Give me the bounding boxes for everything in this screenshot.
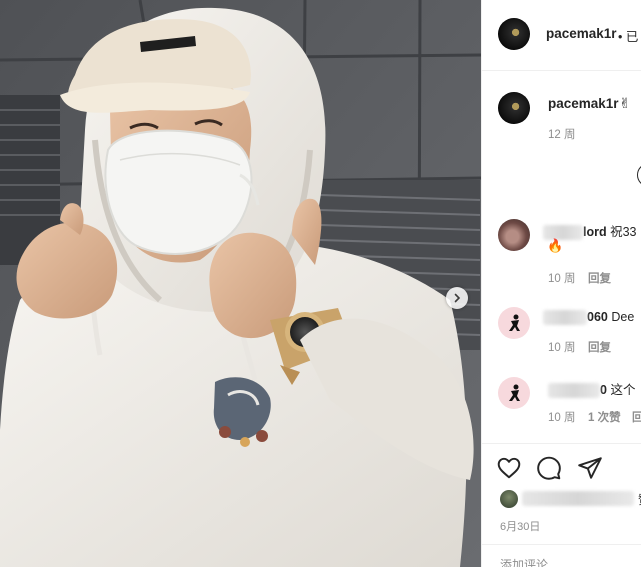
reply-link[interactable]: 回复: [588, 339, 611, 355]
comment-username[interactable]: lord: [583, 225, 607, 239]
load-more-comments-button[interactable]: [637, 163, 641, 187]
figure-icon: [509, 314, 520, 331]
next-image-button[interactable]: [446, 287, 468, 309]
comment-like-count[interactable]: 1 次赞: [588, 409, 621, 425]
post-header: pacemak1r • 已: [482, 0, 641, 71]
follow-status[interactable]: • 已: [618, 26, 638, 45]
likes-summary[interactable]: 赞: [500, 489, 641, 509]
author-avatar[interactable]: [498, 18, 530, 50]
caption-time: 12 周: [548, 129, 576, 141]
comment-text: Dee: [611, 310, 635, 324]
liker-avatar[interactable]: [500, 490, 518, 508]
post-photo[interactable]: [0, 0, 481, 567]
comment-text: 这个: [610, 383, 636, 397]
chevron-right-icon: [454, 293, 461, 303]
blurred-username: [548, 383, 600, 399]
paper-plane-icon[interactable]: [577, 455, 603, 481]
figure-icon: [509, 384, 520, 401]
comment-body: 060 Dee: [543, 310, 635, 326]
caption-emoji: ✌: [619, 95, 631, 111]
comment-username[interactable]: 060: [587, 310, 608, 324]
caption-avatar[interactable]: [498, 92, 530, 124]
blurred-username: [543, 310, 587, 326]
commenter-avatar[interactable]: [498, 219, 530, 251]
comment-time: 10 周: [548, 342, 576, 354]
comment-divider: [482, 544, 641, 545]
reply-link[interactable]: 回复: [588, 270, 611, 286]
post-side-panel: pacemak1r • 已 pacemak1r ✌ 12 周 lord 祝33 …: [481, 0, 641, 567]
comment-bubble-icon[interactable]: [536, 455, 562, 481]
commenter-avatar[interactable]: [498, 377, 530, 409]
comment-text: 祝33: [610, 225, 637, 239]
blurred-likers: [522, 491, 634, 506]
author-username[interactable]: pacemak1r: [546, 26, 617, 41]
post-image: [0, 0, 481, 567]
post-date: 6月30日: [500, 521, 541, 533]
comment-body: 0 这个: [548, 379, 636, 399]
chest-print: [213, 377, 271, 447]
comment-time: 10 周: [548, 412, 576, 424]
reply-link[interactable]: 回: [632, 409, 641, 425]
comment-username[interactable]: 0: [600, 383, 607, 397]
commenter-avatar[interactable]: [498, 307, 530, 339]
fire-emoji: 🔥: [547, 238, 564, 253]
comment-time: 10 周: [548, 273, 576, 285]
actions-divider: [482, 443, 641, 445]
add-comment-input[interactable]: 添加评论...: [500, 556, 558, 567]
heart-icon[interactable]: [496, 455, 522, 481]
caption-username[interactable]: pacemak1r: [548, 96, 619, 111]
